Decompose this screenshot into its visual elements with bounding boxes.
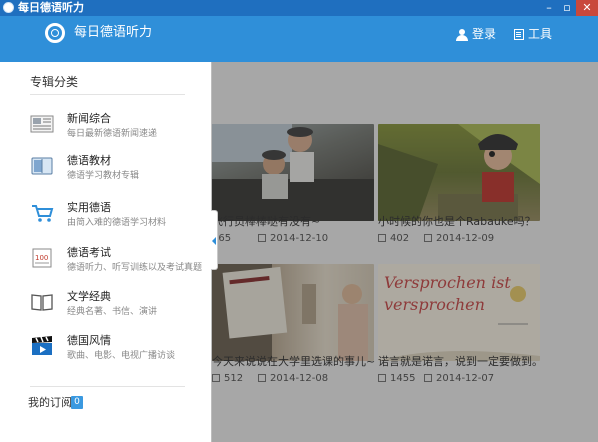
drawer-collapse-handle[interactable]: [211, 210, 218, 270]
category-desc: 德语学习教材专辑: [67, 171, 140, 181]
category-desc: 歌曲、电影、电视广播访谈: [67, 351, 176, 361]
app-header: 每日德语听力 登录 工具: [0, 16, 598, 62]
divider: [30, 94, 185, 95]
category-name: 德语考试: [67, 246, 111, 259]
tools-icon: [514, 29, 524, 40]
category-desc: 由简入难的德语学习材料: [67, 218, 167, 228]
category-name: 新闻综合: [67, 112, 111, 125]
brand-name: 每日德语听力: [74, 25, 153, 40]
book-icon: [31, 294, 53, 311]
svg-text:100: 100: [35, 254, 48, 262]
login-button[interactable]: 登录: [456, 26, 496, 42]
category-name: 实用德语: [67, 201, 111, 214]
category-item-news[interactable]: 新闻综合 每日最新德语新闻速递: [30, 108, 200, 146]
app-logo-icon: [3, 2, 14, 13]
my-subscriptions-link[interactable]: 我的订阅: [28, 396, 72, 410]
tools-button[interactable]: 工具: [514, 26, 552, 42]
textbook-icon: [31, 157, 53, 175]
window-title: 每日德语听力: [18, 1, 84, 14]
user-icon: [456, 28, 468, 41]
minimize-button[interactable]: –: [540, 0, 558, 16]
cart-icon: [32, 205, 54, 222]
drawer-title: 专辑分类: [30, 75, 79, 89]
category-name: 文学经典: [67, 290, 111, 303]
tools-label: 工具: [528, 27, 553, 41]
category-item-textbook[interactable]: 德语教材 德语学习教材专辑: [30, 150, 200, 188]
category-item-practical[interactable]: 实用德语 由简入难的德语学习材料: [30, 197, 200, 235]
category-item-literature[interactable]: 文学经典 经典名著、书信、演讲: [30, 286, 200, 324]
category-name: 德国风情: [67, 334, 111, 347]
divider: [30, 386, 185, 387]
category-item-exam[interactable]: 100 德语考试 德语听力、听写训练以及考试真题: [30, 242, 203, 280]
subscription-count-badge: 0: [71, 396, 83, 409]
category-desc: 德语听力、听写训练以及考试真题: [67, 263, 203, 273]
login-label: 登录: [472, 27, 497, 41]
category-desc: 每日最新德语新闻速递: [67, 129, 158, 139]
close-button[interactable]: ✕: [576, 0, 598, 16]
brand-logo-icon: [45, 23, 65, 43]
category-drawer: 专辑分类 新闻综合 每日最新德语新闻速递 德语教材 德语学习教材专辑 实用德语 …: [0, 62, 212, 442]
newspaper-icon: [30, 115, 54, 133]
exam-icon: 100: [32, 248, 52, 268]
maximize-button[interactable]: ▫: [558, 0, 576, 16]
window-titlebar[interactable]: 每日德语听力 – ▫ ✕: [0, 0, 598, 16]
category-item-culture[interactable]: 德国风情 歌曲、电影、电视广播访谈: [30, 330, 200, 368]
category-desc: 经典名著、书信、演讲: [67, 307, 158, 317]
clapperboard-icon: [32, 336, 52, 355]
category-name: 德语教材: [67, 154, 111, 167]
